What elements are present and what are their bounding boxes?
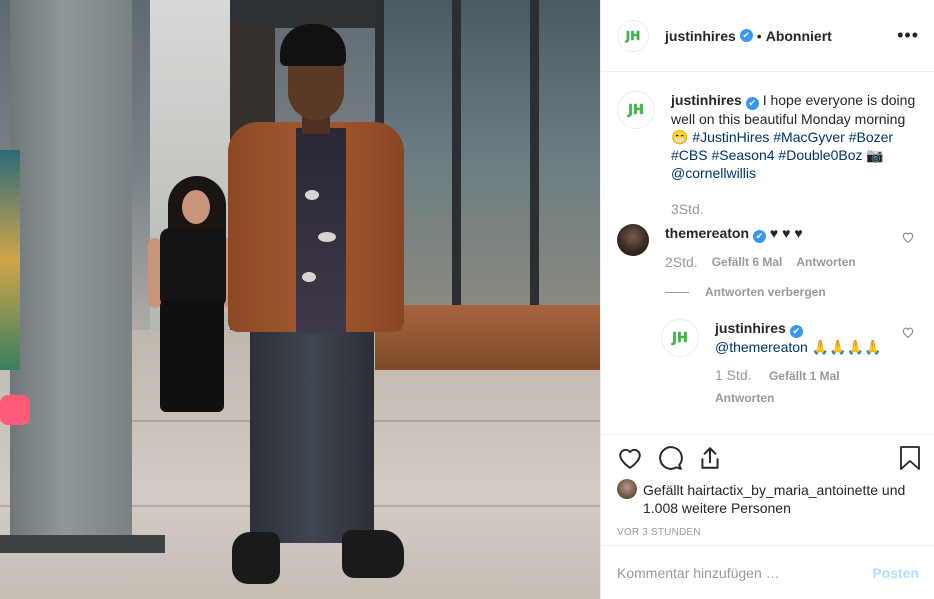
post-timestamp[interactable]: VOR 3 STUNDEN xyxy=(617,527,919,538)
post-actions: Gefällt hairtactix_by_maria_antoinette u… xyxy=(601,434,934,538)
replies-toggle-line xyxy=(665,291,689,293)
photo-man-jeans xyxy=(250,318,374,543)
verified-badge-icon: ✔ xyxy=(789,325,803,338)
comment-input[interactable] xyxy=(617,564,873,581)
comment-text: ♥ ♥ ♥ xyxy=(769,225,803,241)
comment-username[interactable]: themereaton xyxy=(665,225,749,241)
reply-mention-link[interactable]: @themereaton xyxy=(715,339,808,355)
reply-username[interactable]: justinhires xyxy=(715,320,786,336)
hashtag-link[interactable]: #MacGyver xyxy=(773,129,845,145)
hashtag-link[interactable]: #CBS xyxy=(671,147,708,163)
reply-time[interactable]: 1 Std. xyxy=(715,367,752,383)
photo-pillar xyxy=(10,0,132,545)
reply-body: justinhires ✔ @themereaton 🙏🙏🙏🙏 1 Std. Ge… xyxy=(715,319,919,407)
photo-window xyxy=(375,0,600,315)
photo-bench xyxy=(375,305,600,370)
author-avatar[interactable]: JH xyxy=(617,19,649,52)
photo-man-shirt xyxy=(296,128,346,333)
photo-shirt-pattern xyxy=(305,190,319,200)
verified-badge-icon: ✔ xyxy=(739,29,753,42)
photo-window-frame xyxy=(530,0,539,320)
reply-avatar[interactable]: JH xyxy=(661,319,699,357)
hide-replies-label: Antworten verbergen xyxy=(705,285,826,299)
commenter-avatar[interactable] xyxy=(617,224,649,256)
photo-man-hair xyxy=(280,24,346,66)
hashtag-link[interactable]: #Season4 xyxy=(711,147,774,163)
comment-time[interactable]: 2Std. xyxy=(665,253,698,271)
photo-man-shoe xyxy=(342,530,404,578)
photo-edge-person xyxy=(0,150,20,370)
caption: JH justinhires ✔ I hope everyone is doing… xyxy=(617,91,919,218)
comment-meta: 2Std. Gefällt 6 Mal Antworten xyxy=(665,253,919,271)
reply-meta: 1 Std. Gefällt 1 Mal Antworten xyxy=(715,366,919,407)
hashtag-link[interactable]: #Double0Boz xyxy=(778,147,862,163)
action-bar xyxy=(617,445,919,471)
comment-reply-button[interactable]: Antworten xyxy=(796,253,855,271)
post-header: JH justinhires ✔ • Abonniert ••• xyxy=(601,0,934,72)
post-sidebar: JH justinhires ✔ • Abonniert ••• JH just… xyxy=(600,0,934,599)
like-heart-icon[interactable] xyxy=(617,445,643,471)
add-comment-bar: Posten xyxy=(601,545,934,599)
photo-woman-body xyxy=(160,228,226,308)
likes-text: Gefällt hairtactix_by_maria_antoinette u… xyxy=(643,481,919,517)
photo-man-shoe xyxy=(232,532,280,584)
reply-reply-button[interactable]: Antworten xyxy=(715,389,905,407)
hide-replies-button[interactable]: Antworten verbergen xyxy=(665,285,919,299)
comment-body: themereaton ✔ ♥ ♥ ♥ 2Std. Gefällt 6 Mal A… xyxy=(665,224,919,271)
likes-prefix: Gefällt xyxy=(643,482,684,498)
photo-pillar-base xyxy=(0,535,165,553)
caption-body: justinhires ✔ I hope everyone is doing we… xyxy=(671,91,919,218)
liker-avatar[interactable] xyxy=(617,479,637,499)
reply: JH justinhires ✔ @themereaton 🙏🙏🙏🙏 1 Std.… xyxy=(661,319,919,407)
caption-username[interactable]: justinhires xyxy=(671,92,742,108)
hashtag-link[interactable]: #JustinHires xyxy=(692,129,769,145)
photo-shirt-pattern xyxy=(302,272,316,282)
comment: themereaton ✔ ♥ ♥ ♥ 2Std. Gefällt 6 Mal A… xyxy=(617,224,919,271)
author-info: justinhires ✔ • Abonniert xyxy=(665,28,832,44)
likes-summary: Gefällt hairtactix_by_maria_antoinette u… xyxy=(617,479,919,517)
post-photo[interactable] xyxy=(0,0,600,599)
likes-others[interactable]: 1.008 weitere Personen xyxy=(643,500,791,516)
reply-likes[interactable]: Gefällt 1 Mal xyxy=(769,369,840,383)
share-icon[interactable] xyxy=(697,445,723,471)
photo-woman-legs xyxy=(160,300,224,412)
comments-list[interactable]: JH justinhires ✔ I hope everyone is doing… xyxy=(601,73,934,433)
photo-edge-shoe xyxy=(0,395,30,425)
photo-woman-face xyxy=(182,190,210,224)
verified-badge-icon: ✔ xyxy=(745,97,759,110)
post-comment-button[interactable]: Posten xyxy=(872,565,919,581)
comment-icon[interactable] xyxy=(657,445,683,471)
mention-link[interactable]: @cornellwillis xyxy=(671,165,756,181)
bookmark-icon[interactable] xyxy=(899,445,921,471)
reply-like-heart-icon[interactable] xyxy=(901,325,915,339)
photo-window-frame xyxy=(452,0,461,320)
reply-text: 🙏🙏🙏🙏 xyxy=(811,339,882,355)
likes-and: und xyxy=(881,482,906,498)
more-options-icon[interactable]: ••• xyxy=(897,26,919,44)
liker-username[interactable]: hairtactix_by_maria_antoinette xyxy=(687,482,878,498)
comment-like-heart-icon[interactable] xyxy=(901,230,915,244)
instagram-post: JH justinhires ✔ • Abonniert ••• JH just… xyxy=(0,0,934,599)
author-username[interactable]: justinhires xyxy=(665,28,736,44)
hashtag-link[interactable]: #Bozer xyxy=(849,129,893,145)
caption-avatar[interactable]: JH xyxy=(617,91,655,129)
comment-likes[interactable]: Gefällt 6 Mal xyxy=(712,253,783,271)
caption-time[interactable]: 3Std. xyxy=(671,200,919,218)
header-separator: • xyxy=(756,27,762,44)
follow-button[interactable]: Abonniert xyxy=(766,28,832,44)
photo-shirt-pattern xyxy=(318,232,336,242)
camera-emoji-icon: 📷 xyxy=(866,147,884,163)
verified-badge-icon: ✔ xyxy=(753,230,767,243)
